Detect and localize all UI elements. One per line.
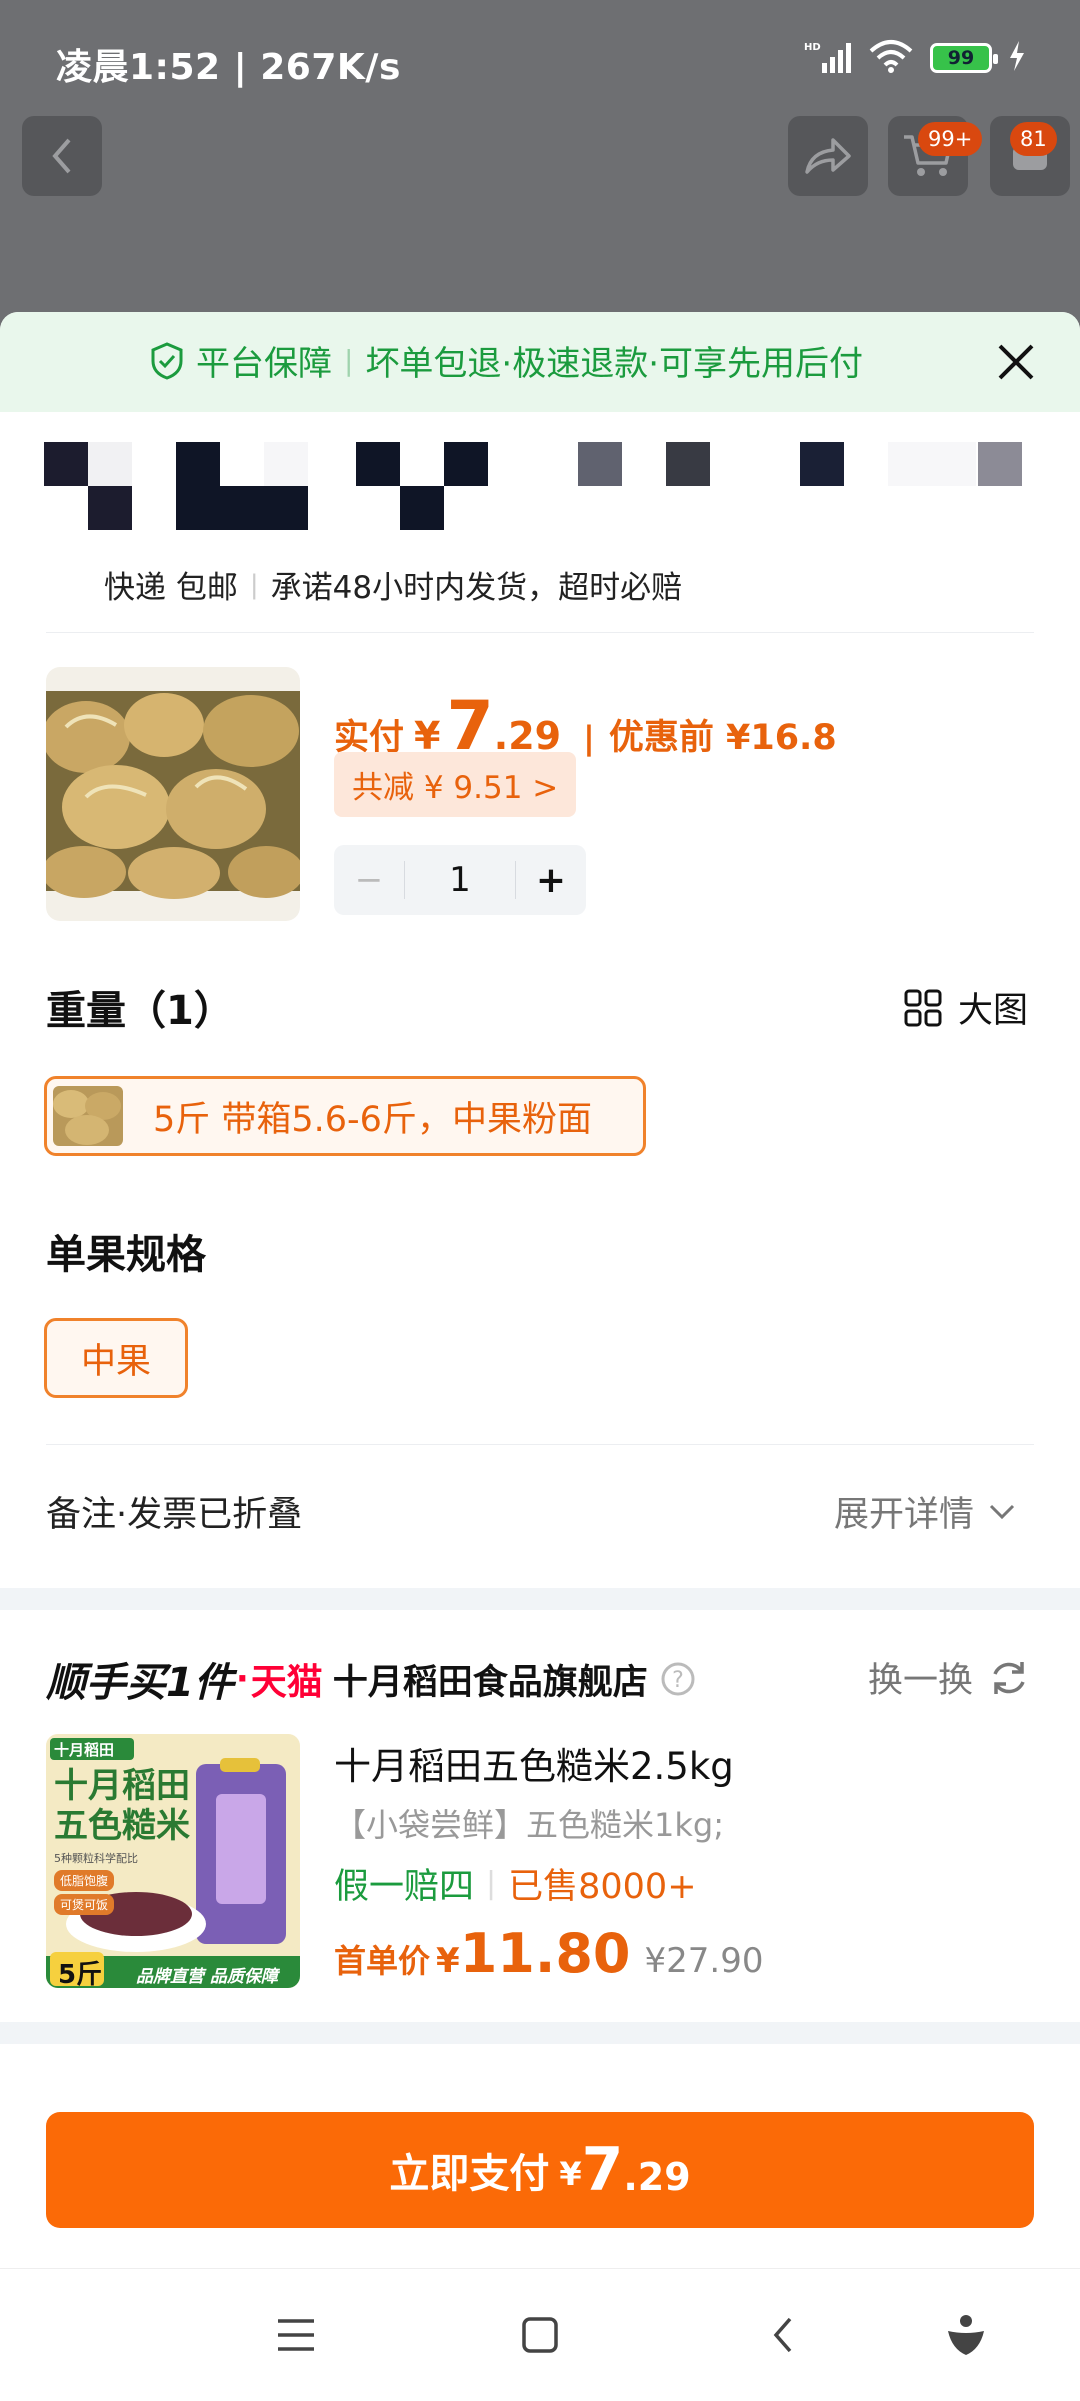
delivery-divider: | xyxy=(249,569,259,600)
weight-option-chip[interactable]: 5斤 带箱5.6-6斤，中果粉面 xyxy=(44,1076,646,1156)
sold-count: 已售8000+ xyxy=(508,1867,697,1907)
upsell-price-line: 首单价 ¥ 11.80 ¥27.90 xyxy=(334,1922,763,1985)
price-separator: | xyxy=(583,719,595,757)
upsell-product-sub: 【小袋尝鲜】五色糙米1kg; xyxy=(334,1806,724,1844)
order-sheet: 平台保障 | 坏单包退·极速退款·可享先用后付 快递 包邮 | 承诺48小时内发… xyxy=(0,312,1080,2400)
expand-details-label: 展开详情 xyxy=(834,1495,975,1535)
weight-option-label: 5斤 带箱5.6-6斤，中果粉面 xyxy=(153,1099,592,1140)
shield-check-icon xyxy=(151,341,183,380)
refresh-icon xyxy=(993,1661,1025,1694)
upsell-header: 顺手买1件 · 天猫 十月稻田食品旗舰店 ? xyxy=(46,1650,696,1708)
back-button[interactable] xyxy=(22,116,102,196)
svg-text:HD: HD xyxy=(804,42,821,53)
first-price-label: 首单价 xyxy=(334,1942,431,1980)
chevron-down-icon xyxy=(989,1504,1015,1519)
expand-details-button[interactable]: 展开详情 xyxy=(834,1486,1016,1537)
img-tag2: 可煲可饭 xyxy=(54,1894,115,1915)
fake-one-pay-four: 假一赔四 xyxy=(334,1867,475,1907)
upsell-product-image[interactable]: 十月稻田 十月稻田 五色糙米 5种颗粒科学配比 低脂饱腹 可煲可饭 5斤 品牌直… xyxy=(46,1734,300,1988)
potato-image xyxy=(46,691,300,899)
status-icons: HD 99 xyxy=(804,38,1026,78)
swap-button[interactable]: 换一换 xyxy=(868,1652,1029,1703)
cart-badge: 99+ xyxy=(918,122,983,156)
home-button[interactable] xyxy=(520,2315,560,2359)
section-gap xyxy=(0,1588,1080,1610)
close-icon xyxy=(998,344,1034,380)
img-weight: 5斤 xyxy=(58,1960,103,1988)
assistant-icon xyxy=(948,2315,984,2355)
size-option-chip[interactable]: 中果 xyxy=(44,1318,188,1398)
signal-icon: HD xyxy=(804,39,852,77)
pay-currency: ¥ xyxy=(559,2155,582,2193)
pay-now-button[interactable]: 立即支付 ¥ 7 .29 xyxy=(46,2112,1034,2228)
status-time: 凌晨1:52 | 267K/s xyxy=(56,47,401,88)
img-small: 5种颗粒科学配比 xyxy=(54,1852,138,1865)
img-title1: 十月稻田 xyxy=(54,1766,190,1806)
status-bar: 凌晨1:52 | 267K/s HD 99 xyxy=(0,0,1080,125)
system-nav-bar xyxy=(0,2268,1080,2401)
weight-option-thumb xyxy=(53,1086,123,1146)
battery-level: 99 xyxy=(947,47,975,69)
discount-badge[interactable]: 共减 ¥ 9.51 > xyxy=(334,752,577,817)
menu-button[interactable] xyxy=(276,2315,316,2359)
guarantee-items: 坏单包退·极速退款·可享先用后付 xyxy=(365,344,864,384)
first-price-currency: ¥ xyxy=(436,1941,460,1981)
big-image-button[interactable]: 大图 xyxy=(904,982,1028,1033)
guarantee-banner: 平台保障 | 坏单包退·极速退款·可享先用后付 xyxy=(0,312,1080,412)
home-icon xyxy=(522,2317,558,2353)
battery-icon: 99 xyxy=(930,43,998,73)
img-brand: 十月稻田 xyxy=(54,1741,115,1759)
weight-title: 重量（1） xyxy=(46,988,234,1034)
tmall-label: 天猫 xyxy=(250,1662,323,1703)
upsell-tags: 假一赔四 | 已售8000+ xyxy=(334,1858,697,1909)
divider xyxy=(46,1444,1034,1445)
quantity-value[interactable]: 1 xyxy=(405,860,515,900)
guarantee-label: 平台保障 xyxy=(196,344,332,384)
decrement-button[interactable]: − xyxy=(334,860,404,900)
guarantee-content: 平台保障 | 坏单包退·极速退款·可享先用后付 xyxy=(150,336,863,385)
pay-decimal: .29 xyxy=(623,2155,691,2199)
delivery-info: 快递 包邮 | 承诺48小时内发货，超时必赔 xyxy=(104,562,682,607)
close-button[interactable] xyxy=(992,338,1040,386)
address-redacted xyxy=(44,442,1034,532)
size-title: 单果规格 xyxy=(46,1232,206,1278)
charging-icon xyxy=(1008,41,1026,75)
img-tag1: 低脂饱腹 xyxy=(54,1870,115,1891)
upsell-dot: · xyxy=(235,1659,249,1699)
swap-label: 换一换 xyxy=(868,1661,974,1701)
big-image-label: 大图 xyxy=(958,991,1029,1031)
pay-integer: 7 xyxy=(581,2135,624,2205)
upsell-product-title[interactable]: 十月稻田五色糙米2.5kg xyxy=(334,1736,734,1790)
svg-text:?: ? xyxy=(672,1668,684,1693)
menu-icon xyxy=(278,2319,314,2351)
tag-separator: | xyxy=(486,1866,497,1901)
delivery-method: 快递 包邮 xyxy=(104,570,238,606)
message-badge: 81 xyxy=(1010,122,1057,156)
grid-icon xyxy=(904,989,942,1026)
share-icon xyxy=(805,138,851,174)
price-before: 优惠前 ¥16.8 xyxy=(608,718,837,758)
notes-label: 备注·发票已折叠 xyxy=(46,1495,303,1535)
wifi-icon xyxy=(868,39,914,77)
product-image[interactable] xyxy=(46,667,300,921)
help-icon[interactable]: ? xyxy=(660,1661,696,1697)
share-button[interactable] xyxy=(788,116,868,196)
section-gap xyxy=(0,2022,1080,2044)
divider xyxy=(46,632,1034,633)
assistant-button[interactable] xyxy=(944,2311,988,2363)
img-footer: 品牌直营 品质保障 xyxy=(136,1967,278,1987)
store-name: 十月稻田食品旗舰店 xyxy=(332,1662,648,1703)
guarantee-separator: | xyxy=(344,344,354,377)
first-price-value: 11.80 xyxy=(459,1922,631,1985)
system-back-button[interactable] xyxy=(768,2315,798,2359)
pay-label: 立即支付 xyxy=(389,2151,550,2197)
original-price: ¥27.90 xyxy=(644,1941,764,1981)
img-title2: 五色糙米 xyxy=(54,1806,190,1846)
upsell-brand: 顺手买1件 xyxy=(46,1660,234,1706)
chevron-left-icon xyxy=(52,138,71,174)
back-triangle-icon xyxy=(773,2317,792,2353)
delivery-promise: 承诺48小时内发货，超时必赔 xyxy=(270,570,683,606)
quantity-stepper: − 1 + xyxy=(334,845,586,915)
increment-button[interactable]: + xyxy=(516,860,586,901)
